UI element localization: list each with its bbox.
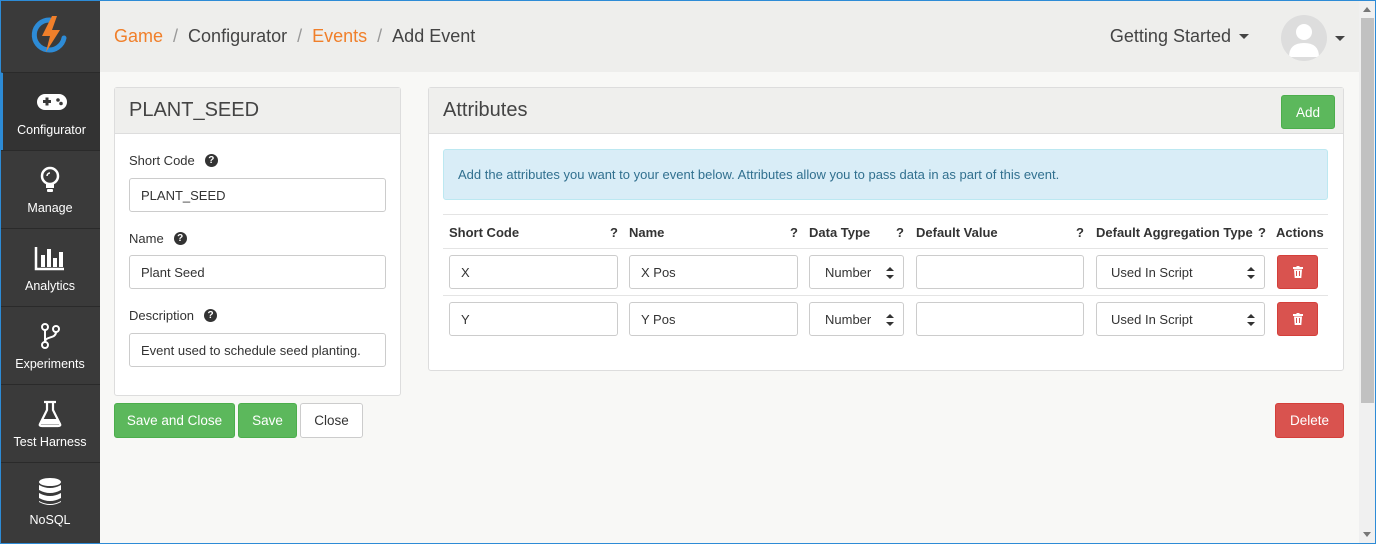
sidebar-item-label: Analytics — [24, 278, 76, 293]
select-arrows-icon — [1247, 267, 1255, 279]
sidebar-item-analytics[interactable]: Analytics — [0, 228, 100, 306]
data-type-value: Number — [825, 264, 872, 280]
getting-started-label: Getting Started — [1109, 26, 1231, 46]
sidebar-item-test-harness[interactable]: Test Harness — [0, 384, 100, 462]
delete-button[interactable]: Delete — [1275, 403, 1344, 438]
breadcrumb-separator: / — [173, 25, 179, 46]
user-menu[interactable] — [1281, 15, 1345, 61]
table-divider — [443, 214, 1328, 215]
sidebar-item-experiments[interactable]: Experiments — [0, 306, 100, 384]
default-value-input[interactable] — [916, 302, 1084, 336]
description-field[interactable]: Event used to schedule seed planting. — [129, 333, 386, 367]
breadcrumb-separator: / — [377, 25, 383, 46]
short-code-label-text: Short Code — [129, 153, 195, 168]
description-label-text: Description — [129, 308, 195, 323]
gamesparks-logo[interactable] — [0, 0, 100, 72]
short-code-label: Short Code ? — [129, 153, 218, 168]
add-attribute-button[interactable]: Add — [1281, 95, 1335, 129]
attributes-title: Attributes — [443, 99, 528, 121]
name-label: Name ? — [129, 231, 187, 246]
sidebar-item-manage[interactable]: Manage — [0, 150, 100, 228]
event-details-panel: PLANT_SEED Short Code ? PLANT_SEED Name … — [114, 87, 401, 396]
sidebar: Configurator Manage Analytics Experiment… — [0, 0, 100, 544]
help-icon[interactable]: ? — [204, 154, 218, 167]
help-icon[interactable]: ? — [204, 309, 218, 322]
attributes-info-alert: Add the attributes you want to your even… — [443, 149, 1328, 200]
sidebar-item-configurator[interactable]: Configurator — [0, 72, 100, 150]
scroll-down-arrow-icon[interactable] — [1363, 532, 1371, 537]
select-arrows-icon — [1247, 314, 1255, 326]
trash-icon — [1292, 313, 1303, 325]
branch-icon — [39, 321, 61, 351]
attribute-short-code-input[interactable]: Y — [449, 302, 618, 336]
aggregation-type-select[interactable]: Used In Script — [1096, 255, 1265, 289]
sidebar-item-label: NoSQL — [29, 512, 71, 527]
help-icon[interactable]: ? — [1076, 225, 1084, 240]
caret-down-icon — [1239, 34, 1249, 39]
breadcrumb: Game / Configurator / Events / Add Event — [100, 26, 475, 47]
select-arrows-icon — [886, 267, 894, 279]
aggregation-type-select[interactable]: Used In Script — [1096, 302, 1265, 336]
scroll-thumb[interactable] — [1361, 18, 1374, 403]
close-button[interactable]: Close — [300, 403, 363, 438]
lightbulb-icon — [39, 165, 61, 195]
column-header-default-value: Default Value — [916, 225, 998, 240]
database-icon — [37, 477, 63, 507]
save-button[interactable]: Save — [238, 403, 297, 438]
help-icon[interactable]: ? — [896, 225, 904, 240]
breadcrumb-events-link[interactable]: Events — [312, 26, 367, 47]
name-label-text: Name — [129, 231, 164, 246]
table-divider — [443, 295, 1328, 296]
logo-icon — [31, 16, 67, 53]
flask-icon — [37, 399, 63, 429]
getting-started-dropdown[interactable]: Getting Started — [1110, 26, 1249, 47]
column-header-aggregation-type: Default Aggregation Type — [1096, 225, 1253, 240]
column-header-short-code: Short Code — [449, 225, 520, 240]
select-arrows-icon — [886, 314, 894, 326]
scroll-up-arrow-icon[interactable] — [1363, 7, 1371, 12]
attributes-panel: Attributes Add Add the attributes you wa… — [428, 87, 1344, 371]
data-type-select[interactable]: Number — [809, 255, 904, 289]
vertical-scrollbar[interactable] — [1359, 0, 1376, 544]
column-header-name: Name — [629, 225, 665, 240]
sidebar-item-label: Experiments — [15, 356, 85, 371]
attribute-name-input[interactable]: Y Pos — [629, 302, 798, 336]
top-bar: Game / Configurator / Events / Add Event… — [100, 0, 1359, 72]
breadcrumb-current-page: Add Event — [392, 25, 476, 46]
column-header-actions: Actions — [1276, 225, 1324, 240]
name-field[interactable]: Plant Seed — [129, 255, 386, 289]
event-title: PLANT_SEED — [115, 88, 400, 134]
aggregation-type-value: Used In Script — [1111, 311, 1193, 327]
breadcrumb-configurator: Configurator — [188, 25, 288, 46]
help-icon[interactable]: ? — [790, 225, 798, 240]
help-icon[interactable]: ? — [173, 232, 187, 245]
bar-chart-icon — [34, 243, 66, 273]
attribute-short-code-input[interactable]: X — [449, 255, 618, 289]
attributes-header: Attributes — [429, 88, 1343, 134]
breadcrumb-game-link[interactable]: Game — [114, 26, 163, 47]
save-and-close-button[interactable]: Save and Close — [114, 403, 235, 438]
data-type-select[interactable]: Number — [809, 302, 904, 336]
sidebar-item-label: Configurator — [17, 122, 86, 137]
table-divider — [443, 248, 1328, 249]
sidebar-item-nosql[interactable]: NoSQL — [0, 462, 100, 540]
attribute-name-input[interactable]: X Pos — [629, 255, 798, 289]
sidebar-item-label: Manage — [27, 200, 73, 215]
caret-down-icon — [1335, 35, 1345, 41]
data-type-value: Number — [825, 311, 872, 327]
avatar — [1281, 15, 1327, 61]
gamepad-icon — [36, 87, 68, 117]
trash-icon — [1292, 266, 1303, 278]
default-value-input[interactable] — [916, 255, 1084, 289]
sidebar-item-label: Test Harness — [13, 434, 87, 449]
help-icon[interactable]: ? — [610, 225, 618, 240]
help-icon[interactable]: ? — [1258, 225, 1266, 240]
delete-attribute-button[interactable] — [1277, 255, 1318, 289]
delete-attribute-button[interactable] — [1277, 302, 1318, 336]
breadcrumb-separator: / — [297, 25, 303, 46]
aggregation-type-value: Used In Script — [1111, 264, 1193, 280]
short-code-field[interactable]: PLANT_SEED — [129, 178, 386, 212]
description-label: Description ? — [129, 308, 218, 323]
column-header-data-type: Data Type — [809, 225, 871, 240]
